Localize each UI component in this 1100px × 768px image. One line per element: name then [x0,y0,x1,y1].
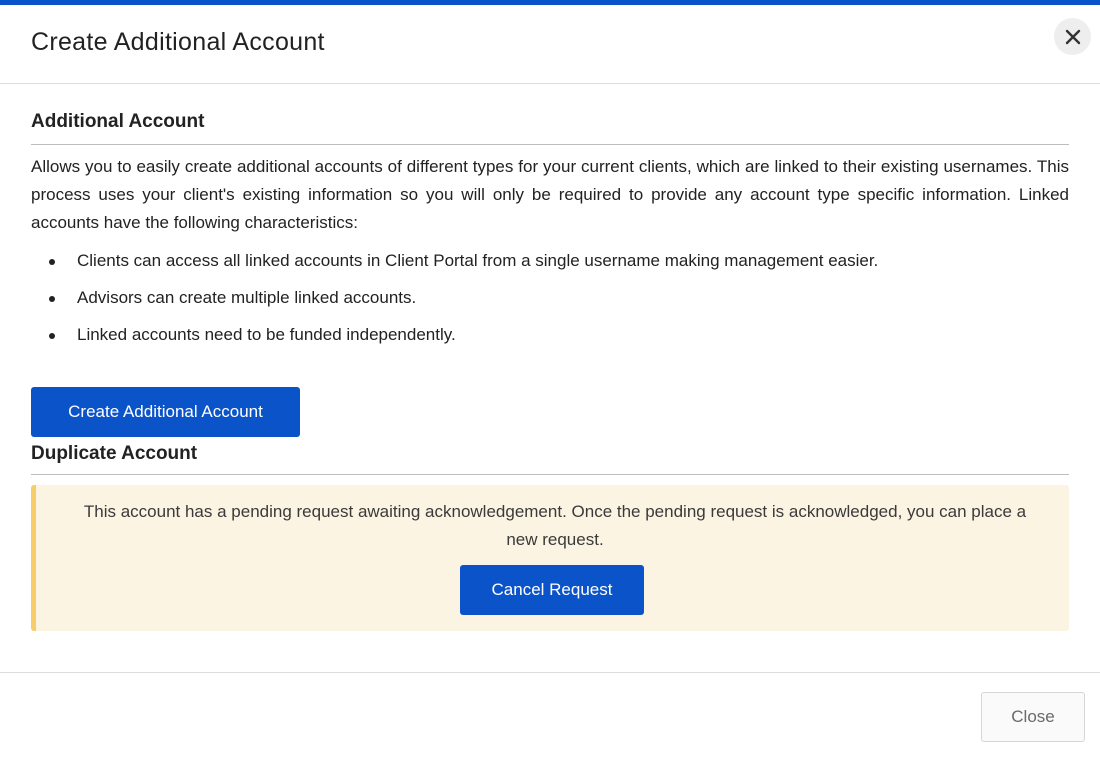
characteristics-list: Clients can access all linked accounts i… [31,247,1069,358]
create-additional-account-button[interactable]: Create Additional Account [31,387,300,437]
bullet-icon [49,259,55,265]
list-item-text: Linked accounts need to be funded indepe… [77,325,456,344]
bullet-icon [49,296,55,302]
close-button[interactable]: Close [981,692,1085,742]
pending-request-message: This account has a pending request await… [83,502,1027,549]
duplicate-account-heading: Duplicate Account [31,443,198,464]
section-divider [31,144,1069,145]
footer-divider [0,672,1100,673]
additional-account-heading: Additional Account [31,111,205,132]
create-additional-account-dialog: Create Additional Account Additional Acc… [0,0,1100,768]
list-item-text: Advisors can create multiple linked acco… [77,288,417,307]
dialog-title: Create Additional Account [31,28,325,56]
close-dialog-button[interactable] [1054,18,1091,55]
cancel-request-button[interactable]: Cancel Request [460,565,644,615]
additional-account-description: Allows you to easily create additional a… [31,157,1069,232]
section-divider [31,474,1069,475]
dialog-header: Create Additional Account [0,5,1100,84]
list-item: Linked accounts need to be funded indepe… [31,321,1069,358]
list-item: Advisors can create multiple linked acco… [31,284,1069,321]
pending-request-notice: This account has a pending request await… [31,485,1069,631]
close-x-icon [1065,29,1081,45]
bullet-icon [49,333,55,339]
list-item-text: Clients can access all linked accounts i… [77,251,879,270]
list-item: Clients can access all linked accounts i… [31,247,1069,284]
